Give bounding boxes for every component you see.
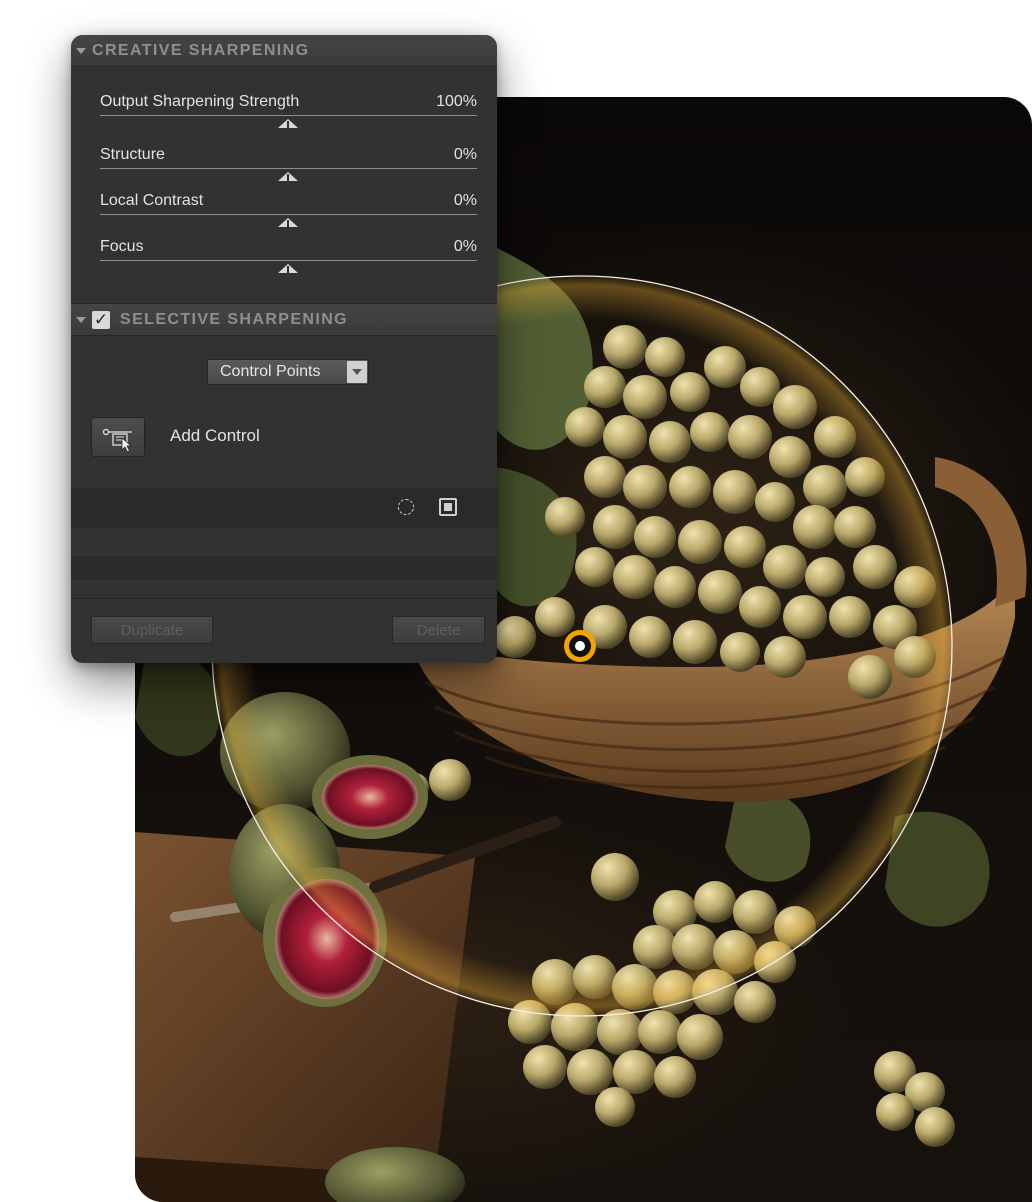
sharpening-panel: CREATIVE SHARPENING Output Sharpening St… — [71, 35, 497, 663]
control-mode-dropdown[interactable]: Control Points — [207, 359, 369, 385]
slider-value: 100% — [436, 93, 477, 110]
section-title: CREATIVE SHARPENING — [92, 41, 310, 59]
control-point-list-header — [71, 488, 497, 528]
slider-value: 0% — [453, 192, 477, 209]
dropdown-value: Control Points — [220, 363, 321, 380]
chevron-down-icon[interactable] — [347, 361, 367, 383]
control-point-cursor-icon — [102, 428, 132, 453]
add-control-button[interactable] — [91, 417, 145, 457]
slider-thumb[interactable] — [278, 119, 298, 128]
slider-track[interactable] — [100, 260, 477, 261]
add-control-label: Add Control — [170, 426, 260, 445]
slider-value: 0% — [453, 146, 477, 163]
slider-track[interactable] — [100, 115, 477, 116]
control-point-list-row[interactable] — [71, 528, 497, 556]
slider-label: Local Contrast — [100, 192, 204, 209]
delete-button[interactable]: Delete — [392, 616, 485, 644]
slider-track[interactable] — [100, 168, 477, 169]
creative-sharpening-header[interactable]: CREATIVE SHARPENING — [71, 35, 497, 67]
slider-structure[interactable]: Structure 0% — [100, 146, 477, 194]
triangle-down-icon[interactable] — [76, 316, 86, 323]
control-point-list-row[interactable] — [71, 556, 497, 580]
slider-local-contrast[interactable]: Local Contrast 0% — [100, 192, 477, 240]
slider-label: Output Sharpening Strength — [100, 93, 300, 110]
slider-thumb[interactable] — [278, 218, 298, 227]
control-point-marker[interactable] — [564, 630, 596, 662]
slider-thumb[interactable] — [278, 264, 298, 273]
section-title: SELECTIVE SHARPENING — [120, 310, 349, 328]
slider-track[interactable] — [100, 214, 477, 215]
slider-thumb[interactable] — [278, 172, 298, 181]
dashed-circle-icon[interactable] — [398, 499, 414, 515]
slider-value: 0% — [453, 238, 477, 255]
selective-sharpening-checkbox[interactable]: ✓ — [92, 310, 110, 329]
triangle-down-icon[interactable] — [76, 47, 86, 54]
slider-label: Structure — [100, 146, 165, 163]
slider-focus[interactable]: Focus 0% — [100, 238, 477, 286]
selective-sharpening-header[interactable]: ✓ SELECTIVE SHARPENING — [71, 303, 497, 336]
slider-output-sharpening-strength[interactable]: Output Sharpening Strength 100% — [100, 93, 477, 141]
duplicate-button[interactable]: Duplicate — [91, 616, 213, 644]
slider-label: Focus — [100, 238, 144, 255]
control-point-list-row[interactable] — [71, 580, 497, 599]
mask-square-icon[interactable] — [439, 498, 457, 516]
